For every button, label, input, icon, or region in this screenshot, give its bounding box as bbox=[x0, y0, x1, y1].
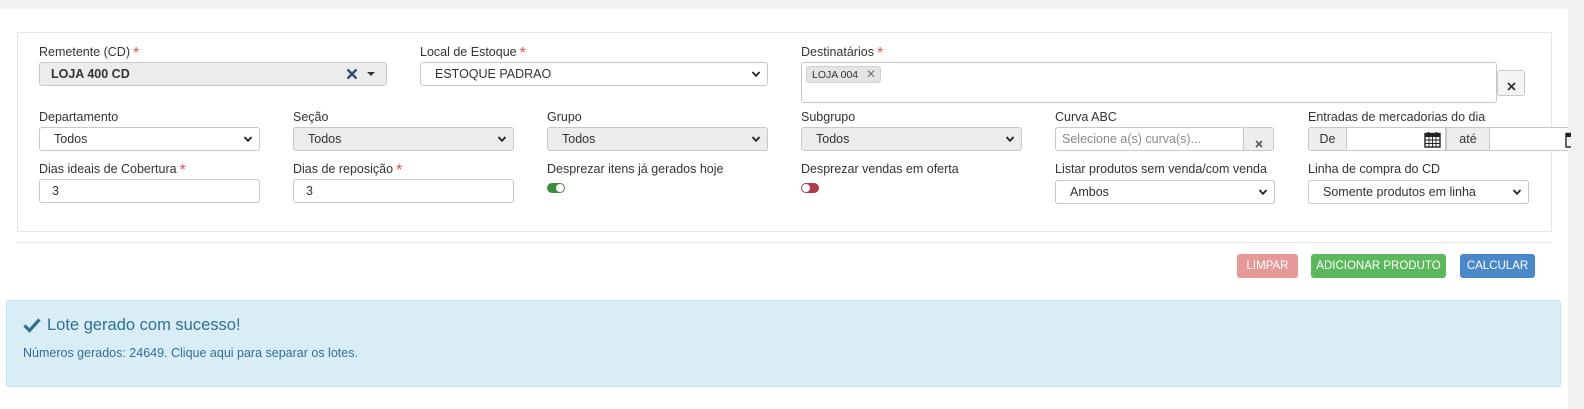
date-from-addon: De bbox=[1308, 127, 1347, 151]
alert-title-text: Lote gerado com sucesso! bbox=[47, 316, 241, 334]
remetente-select[interactable]: LOJA 400 CD bbox=[39, 62, 387, 86]
calendar-icon[interactable] bbox=[1424, 131, 1441, 151]
departamento-value: Todos bbox=[54, 132, 88, 146]
date-to-addon: até bbox=[1446, 127, 1490, 151]
clear-icon[interactable] bbox=[346, 63, 358, 85]
date-from-label: De bbox=[1319, 132, 1336, 146]
grupo-label: Grupo bbox=[547, 110, 582, 124]
chevron-down-icon bbox=[1512, 187, 1522, 197]
date-to-label: até bbox=[1459, 132, 1477, 146]
remetente-value: LOJA 400 CD bbox=[51, 67, 130, 81]
grupo-value: Todos bbox=[562, 132, 596, 146]
local-estoque-label: Local de Estoque * bbox=[420, 45, 526, 62]
chevron-down-icon bbox=[243, 134, 253, 144]
destinatario-tag: LOJA 004 ✕ bbox=[806, 66, 882, 83]
divider bbox=[17, 242, 1552, 243]
listar-produtos-label: Listar produtos sem venda/com venda bbox=[1055, 162, 1267, 176]
secao-value: Todos bbox=[308, 132, 342, 146]
date-to-input[interactable] bbox=[1489, 127, 1582, 151]
alert-message[interactable]: Números gerados: 24649. Clique aqui para… bbox=[23, 346, 358, 360]
clear-curva-button[interactable] bbox=[1243, 127, 1274, 151]
clear-destinatarios-button[interactable] bbox=[1497, 70, 1525, 96]
desprezar-itens-toggle[interactable] bbox=[547, 183, 565, 193]
toggle-knob bbox=[802, 184, 810, 192]
subgrupo-value: Todos bbox=[816, 132, 850, 146]
linha-compra-value: Somente produtos em linha bbox=[1323, 185, 1476, 199]
curva-abc-input[interactable]: Selecione a(s) curva(s)... bbox=[1055, 127, 1244, 151]
close-icon bbox=[1255, 136, 1263, 151]
grupo-select[interactable]: Todos bbox=[547, 127, 768, 151]
linha-compra-label: Linha de compra do CD bbox=[1308, 162, 1441, 176]
desprezar-vendas-toggle[interactable] bbox=[801, 183, 819, 193]
dias-cobertura-input[interactable]: 3 bbox=[39, 179, 260, 203]
destinatarios-multiselect[interactable]: LOJA 004 ✕ bbox=[801, 62, 1497, 103]
linha-compra-select[interactable]: Somente produtos em linha bbox=[1308, 180, 1529, 204]
dias-reposicao-value: 3 bbox=[306, 184, 313, 198]
alert-title: Lote gerado com sucesso! bbox=[23, 316, 241, 335]
departamento-label: Departamento bbox=[39, 110, 119, 124]
close-icon bbox=[1507, 79, 1516, 94]
dias-cobertura-value: 3 bbox=[52, 184, 59, 198]
remove-tag-icon[interactable]: ✕ bbox=[866, 67, 876, 81]
caret-down-icon[interactable] bbox=[366, 63, 376, 85]
date-from-input[interactable] bbox=[1346, 127, 1446, 151]
chevron-down-icon bbox=[751, 69, 761, 79]
remetente-label: Remetente (CD) * bbox=[39, 45, 140, 62]
local-estoque-select[interactable]: ESTOQUE PADRAO bbox=[420, 62, 768, 86]
check-icon bbox=[23, 316, 47, 334]
page-container: Remetente (CD) * LOJA 400 CD Local de Est… bbox=[0, 9, 1582, 409]
chevron-down-icon bbox=[1258, 187, 1268, 197]
secao-select[interactable]: Todos bbox=[293, 127, 514, 151]
local-estoque-value: ESTOQUE PADRAO bbox=[435, 67, 552, 81]
destinatario-tag-label: LOJA 004 bbox=[812, 69, 859, 81]
subgrupo-select[interactable]: Todos bbox=[801, 127, 1022, 151]
success-alert: Lote gerado com sucesso! Números gerados… bbox=[6, 300, 1561, 387]
entradas-label: Entradas de mercadorias do dia bbox=[1308, 110, 1486, 124]
desprezar-itens-label: Desprezar itens já gerados hoje bbox=[547, 162, 724, 176]
listar-produtos-select[interactable]: Ambos bbox=[1055, 180, 1275, 204]
desprezar-vendas-label: Desprezar vendas em oferta bbox=[801, 162, 959, 176]
dias-reposicao-label: Dias de reposição * bbox=[293, 162, 403, 179]
toggle-knob bbox=[556, 184, 564, 192]
adicionar-produto-button[interactable]: ADICIONAR PRODUTO bbox=[1311, 254, 1446, 278]
dias-cobertura-label: Dias ideais de Cobertura * bbox=[39, 162, 186, 179]
chevron-down-icon bbox=[751, 134, 761, 144]
subgrupo-label: Subgrupo bbox=[801, 110, 856, 124]
calcular-button[interactable]: CALCULAR bbox=[1460, 254, 1535, 278]
chevron-down-icon bbox=[1005, 134, 1015, 144]
calendar-icon[interactable] bbox=[1565, 131, 1582, 151]
chevron-down-icon bbox=[497, 134, 507, 144]
curva-abc-placeholder: Selecione a(s) curva(s)... bbox=[1062, 132, 1201, 146]
curva-abc-label: Curva ABC bbox=[1055, 110, 1117, 124]
limpar-button[interactable]: LIMPAR bbox=[1237, 254, 1298, 278]
departamento-select[interactable]: Todos bbox=[39, 127, 260, 151]
listar-produtos-value: Ambos bbox=[1070, 185, 1109, 199]
destinatarios-label: Destinatários * bbox=[801, 45, 884, 62]
dias-reposicao-input[interactable]: 3 bbox=[293, 179, 514, 203]
secao-label: Seção bbox=[293, 110, 329, 124]
